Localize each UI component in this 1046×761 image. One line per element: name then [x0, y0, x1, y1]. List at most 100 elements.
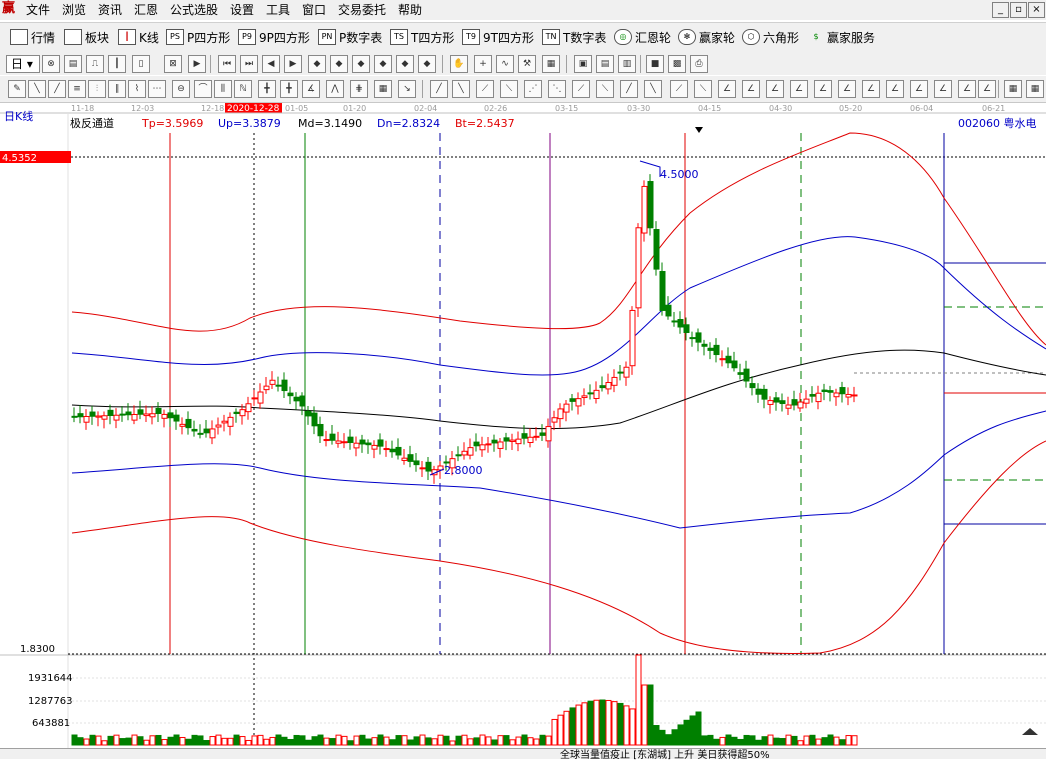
- tool-p-table[interactable]: PN P数字表: [318, 28, 382, 46]
- calendar-icon[interactable]: ▣: [574, 55, 592, 73]
- arrow-tool-icon[interactable]: ↘: [398, 80, 416, 98]
- tool-winner-service[interactable]: $ 赢家服务: [808, 28, 875, 46]
- restore-icon[interactable]: ▫: [1010, 2, 1027, 18]
- box-tool-icon[interactable]: ▦: [374, 80, 392, 98]
- ray-tool-icon-6[interactable]: ⋱: [548, 80, 566, 98]
- menu-help[interactable]: 帮助: [398, 2, 422, 18]
- first-icon[interactable]: ⏮: [218, 55, 236, 73]
- prev-icon[interactable]: ◀: [262, 55, 280, 73]
- bar-chart-icon[interactable]: ┃: [108, 55, 126, 73]
- angle-icon-8[interactable]: ∠: [886, 80, 904, 98]
- chart-type-icon[interactable]: ⎍: [86, 55, 104, 73]
- tool-t-square[interactable]: TS T四方形: [390, 28, 454, 46]
- diamond-icon-2[interactable]: ◆: [330, 55, 348, 73]
- menu-formula[interactable]: 公式选股: [170, 2, 218, 18]
- arc-tool-icon[interactable]: ⌒: [194, 80, 212, 98]
- fan-tool-icon[interactable]: ⋀: [326, 80, 344, 98]
- hand-icon[interactable]: ✋: [450, 55, 468, 73]
- tools-icon[interactable]: ⚒: [518, 55, 536, 73]
- doc-icon[interactable]: ▤: [64, 55, 82, 73]
- crosshair-icon[interactable]: +: [474, 55, 492, 73]
- diamond-icon-4[interactable]: ◆: [374, 55, 392, 73]
- tool-huien-wheel[interactable]: ◎ 汇恩轮: [614, 28, 671, 46]
- candle-icon[interactable]: ▯: [132, 55, 150, 73]
- tool-9t-square[interactable]: T9 9T四方形: [462, 28, 534, 46]
- angle-icon-10[interactable]: ∠: [934, 80, 952, 98]
- menu-trade[interactable]: 交易委托: [338, 2, 386, 18]
- export-icon[interactable]: ⎙: [690, 55, 708, 73]
- angle-tool-icon[interactable]: ∡: [302, 80, 320, 98]
- layout-icon-1[interactable]: ▦: [1004, 80, 1022, 98]
- calc-icon[interactable]: ▤: [596, 55, 614, 73]
- line-tool-icon-7[interactable]: ⋯: [148, 80, 166, 98]
- tool-blocks[interactable]: 板块: [64, 28, 109, 46]
- line-tool-icon-1[interactable]: ╲: [28, 80, 46, 98]
- line-tool-icon-2[interactable]: ╱: [48, 80, 66, 98]
- next-icon[interactable]: ▶: [284, 55, 302, 73]
- angle-icon-5[interactable]: ∠: [814, 80, 832, 98]
- ray-tool-icon-7[interactable]: ⟋: [572, 80, 590, 98]
- wave-icon[interactable]: ∿: [496, 55, 514, 73]
- angle-icon-4[interactable]: ∠: [790, 80, 808, 98]
- layout-icon-2[interactable]: ▦: [1026, 80, 1044, 98]
- line-tool-icon-5[interactable]: ∥: [108, 80, 126, 98]
- ray-tool-icon-4[interactable]: ⟍: [500, 80, 518, 98]
- tool-quotes[interactable]: 行情: [10, 28, 55, 46]
- tool-9p-square[interactable]: P9 9P四方形: [238, 28, 310, 46]
- menu-browse[interactable]: 浏览: [62, 2, 86, 18]
- pencil-icon[interactable]: ✎: [8, 80, 26, 98]
- close-icon[interactable]: ×: [1028, 2, 1045, 18]
- menu-news[interactable]: 资讯: [98, 2, 122, 18]
- ray-tool-icon-5[interactable]: ⋰: [524, 80, 542, 98]
- menu-file[interactable]: 文件: [26, 2, 50, 18]
- menu-huien[interactable]: 汇恩: [134, 2, 158, 18]
- table2-icon[interactable]: ▥: [618, 55, 636, 73]
- angle-icon-3[interactable]: ∠: [766, 80, 784, 98]
- ray-tool-icon-8[interactable]: ⟍: [596, 80, 614, 98]
- chart-canvas[interactable]: 11-18 12-03 12-18 01-05 01-20 02-04 02-2…: [0, 103, 1046, 758]
- minimize-icon[interactable]: _: [992, 2, 1009, 18]
- zoom-icon[interactable]: ⊠: [164, 55, 182, 73]
- ray-tool-icon-3[interactable]: ⟋: [476, 80, 494, 98]
- ray-tool-icon-12[interactable]: ⟍: [694, 80, 712, 98]
- line-tool-icon-3[interactable]: ≡: [68, 80, 86, 98]
- tool-winner-wheel[interactable]: ✻ 赢家轮: [678, 28, 735, 46]
- line-tool-icon-4[interactable]: ⫶: [88, 80, 106, 98]
- text-tool-icon[interactable]: ℕ: [234, 80, 252, 98]
- save-icon[interactable]: ■: [646, 55, 664, 73]
- angle-icon-12[interactable]: ∠: [978, 80, 996, 98]
- cross-tool-icon-2[interactable]: ╋: [280, 80, 298, 98]
- cross-tool-icon[interactable]: ╋: [258, 80, 276, 98]
- tool-p-square[interactable]: PS P四方形: [166, 28, 230, 46]
- diamond-icon-5[interactable]: ◆: [396, 55, 414, 73]
- ray-tool-icon-9[interactable]: ╱: [620, 80, 638, 98]
- gann-tool-icon[interactable]: ⋕: [350, 80, 368, 98]
- ray-tool-icon-1[interactable]: ╱: [430, 80, 448, 98]
- kline-chart[interactable]: 11-18 12-03 12-18 01-05 01-20 02-04 02-2…: [0, 103, 1046, 758]
- angle-icon-9[interactable]: ∠: [910, 80, 928, 98]
- mode-icon[interactable]: ⊗: [42, 55, 60, 73]
- period-select[interactable]: 日 ▾: [6, 55, 40, 73]
- angle-icon-11[interactable]: ∠: [958, 80, 976, 98]
- print-icon[interactable]: ▩: [668, 55, 686, 73]
- last-icon[interactable]: ⏭: [240, 55, 258, 73]
- menu-window[interactable]: 窗口: [302, 2, 326, 18]
- diamond-icon-1[interactable]: ◆: [308, 55, 326, 73]
- grid-icon[interactable]: ▦: [542, 55, 560, 73]
- angle-icon-6[interactable]: ∠: [838, 80, 856, 98]
- angle-icon-2[interactable]: ∠: [742, 80, 760, 98]
- circle-tool-icon[interactable]: ⊖: [172, 80, 190, 98]
- tool-hexagon[interactable]: ⬡ 六角形: [742, 28, 799, 46]
- diamond-icon-3[interactable]: ◆: [352, 55, 370, 73]
- flag-icon[interactable]: ▶: [188, 55, 206, 73]
- ray-tool-icon-11[interactable]: ⟋: [670, 80, 688, 98]
- fib-tool-icon[interactable]: ⫼: [214, 80, 232, 98]
- angle-icon-1[interactable]: ∠: [718, 80, 736, 98]
- tool-kline[interactable]: ┃ K线: [118, 28, 159, 46]
- tool-t-table[interactable]: TN T数字表: [542, 28, 606, 46]
- ray-tool-icon-10[interactable]: ╲: [644, 80, 662, 98]
- angle-icon-7[interactable]: ∠: [862, 80, 880, 98]
- diamond-icon-6[interactable]: ◆: [418, 55, 436, 73]
- menu-tools[interactable]: 工具: [266, 2, 290, 18]
- line-tool-icon-6[interactable]: ⌇: [128, 80, 146, 98]
